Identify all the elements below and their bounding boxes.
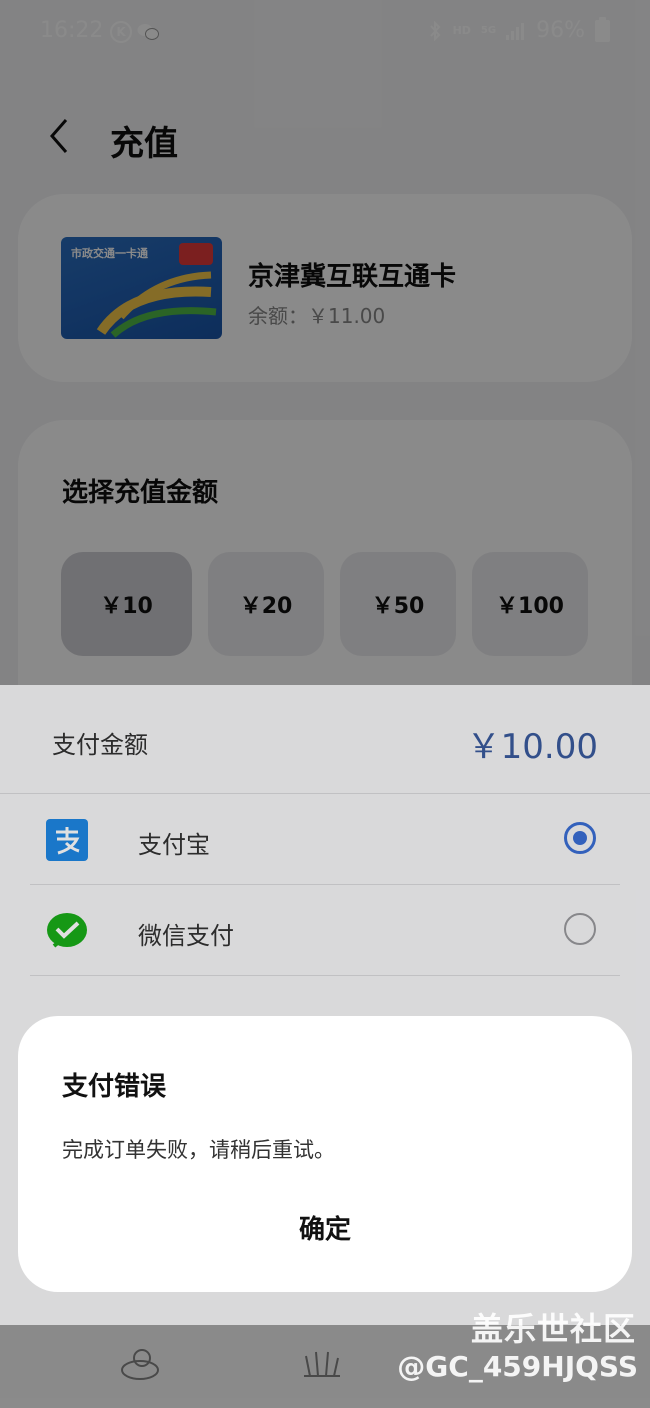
dialog-title: 支付错误 [62,1072,167,1102]
watermark-user: @GC_459HJQSS [397,1350,638,1383]
payment-error-dialog: 支付错误 完成订单失败，请稍后重试。 确定 [18,1016,632,1292]
confirm-button[interactable]: 确定 [18,1202,632,1258]
watermark-site: 盖乐世社区 [470,1310,636,1348]
dialog-message: 完成订单失败，请稍后重试。 [62,1138,335,1162]
